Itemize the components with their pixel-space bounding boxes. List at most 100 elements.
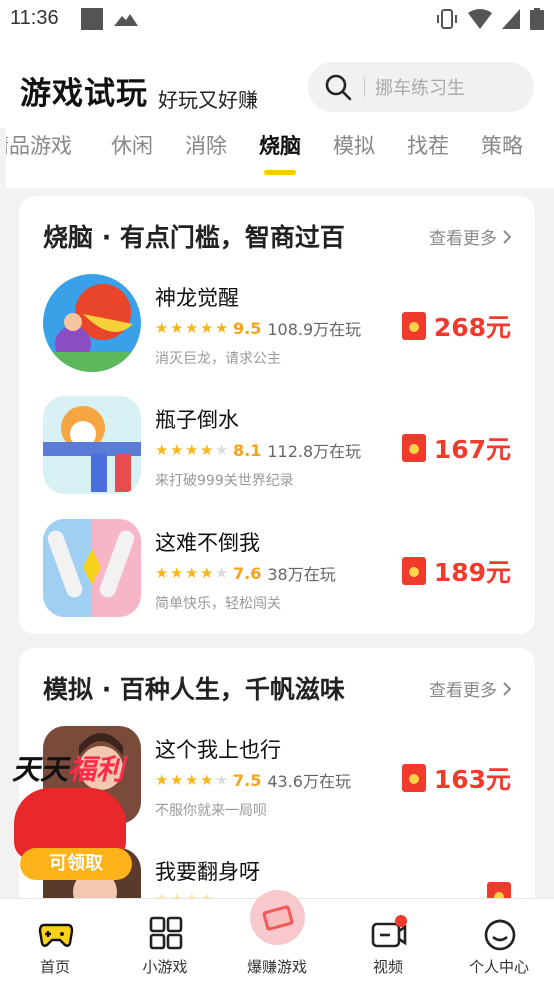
section-title: 烧脑 · 有点门槛，智商过百 (43, 223, 345, 252)
tab-celue[interactable]: 策略 (481, 130, 523, 160)
promo-title-b: 福利 (68, 753, 125, 786)
category-tabs: 精品游戏 休闲 消除 烧脑 模拟 找茬 策略 (0, 128, 554, 188)
chevron-right-icon (503, 681, 511, 696)
reward-amount: 189元 (433, 558, 511, 587)
star-empty-icon: ★ (215, 771, 229, 789)
see-more-label: 查看更多 (429, 681, 497, 701)
section-card-shaonao: 烧脑 · 有点门槛，智商过百 查看更多 神龙觉醒 ★ ★ ★ ★ ★ 9.5 108.9… (19, 196, 535, 634)
search-placeholder[interactable]: 挪车练习生 (375, 74, 465, 100)
game-desc: 简单快乐，轻松闯关 (155, 596, 281, 612)
nav-video[interactable]: 视频 (333, 899, 443, 984)
tab-zhaocha[interactable]: 找茬 (407, 130, 449, 160)
star-icon: ★ (185, 564, 199, 582)
tab-moni[interactable]: 模拟 (333, 130, 375, 160)
nav-label: 视频 (372, 958, 403, 976)
game-thumbnail (43, 274, 141, 372)
game-rating: ★ ★ ★ ★ ★ 7.5 43.6万在玩 (155, 768, 351, 792)
star-icon: ★ (200, 319, 214, 337)
game-players: 112.8万在玩 (267, 442, 362, 461)
tab-xiuxian[interactable]: 休闲 (111, 130, 153, 160)
game-players: 43.6万在玩 (267, 772, 351, 791)
reward-badge[interactable]: 163元 (401, 760, 511, 796)
reward-amount: 268元 (433, 313, 511, 342)
star-icon: ★ (170, 319, 184, 337)
status-icons (436, 8, 544, 30)
game-desc: 不服你就来一局呗 (155, 803, 267, 819)
game-score: 7.6 (233, 563, 262, 583)
star-icon: ★ (155, 319, 169, 337)
star-half-icon: ★ (215, 319, 229, 337)
search-bar[interactable]: 挪车练习生 (308, 62, 534, 112)
star-icon: ★ (170, 771, 184, 789)
active-tab-indicator (264, 170, 296, 175)
game-desc: 来打破999关世界纪录 (155, 473, 294, 489)
page-title: 游戏试玩 (20, 76, 148, 112)
see-more-label: 查看更多 (429, 229, 497, 249)
game-rating: ★ ★ ★ ★ ★ 7.6 38万在玩 (155, 561, 336, 585)
nav-mini-games[interactable]: 小游戏 (110, 899, 220, 984)
tab-jingpin[interactable]: 精品游戏 (0, 130, 72, 160)
star-icon: ★ (185, 319, 199, 337)
smiley-icon (484, 919, 516, 951)
game-item[interactable]: 神龙觉醒 ★ ★ ★ ★ ★ 9.5 108.9万在玩 消灭巨龙，请求公主 268元 (19, 274, 535, 374)
reward-badge[interactable]: 167元 (401, 430, 511, 466)
notification-icon (81, 8, 103, 30)
money-icon[interactable] (250, 890, 305, 945)
cloud-icon (114, 14, 138, 26)
game-item[interactable]: 这难不倒我 ★ ★ ★ ★ ★ 7.6 38万在玩 简单快乐，轻松闯关 189元 (19, 519, 535, 619)
star-half-icon: ★ (200, 564, 214, 582)
star-empty-icon: ★ (215, 441, 229, 459)
promo-title-a: 天天 (12, 753, 69, 786)
see-more-link[interactable]: 查看更多 (429, 224, 511, 249)
game-score: 7.5 (233, 770, 262, 790)
page-subtitle: 好玩又好赚 (158, 88, 258, 112)
section-title: 模拟 · 百种人生，千帆滋味 (43, 675, 345, 704)
reward-badge[interactable]: 189元 (401, 553, 511, 589)
vibrate-icon (437, 9, 457, 29)
claim-button[interactable]: 可领取 (20, 848, 132, 880)
game-item[interactable]: 瓶子倒水 ★ ★ ★ ★ ★ 8.1 112.8万在玩 来打破999关世界纪录 167元 (19, 396, 535, 496)
nav-label: 个人中心 (468, 958, 529, 976)
star-icon: ★ (155, 771, 169, 789)
status-bar: 11:36 (0, 0, 554, 40)
reward-badge[interactable]: 268元 (401, 308, 511, 344)
game-rating: ★ ★ ★ ★ ★ 8.1 112.8万在玩 (155, 438, 361, 462)
red-envelope-icon (401, 312, 426, 340)
red-envelope-icon (401, 764, 426, 792)
nav-label: 爆赚游戏 (246, 958, 307, 976)
nav-label: 小游戏 (142, 958, 188, 976)
game-name: 神龙觉醒 (155, 286, 239, 310)
game-name: 我要翻身呀 (155, 860, 260, 884)
nav-profile[interactable]: 个人中心 (444, 899, 554, 984)
star-icon: ★ (155, 441, 169, 459)
search-divider (364, 77, 365, 97)
game-thumbnail (43, 396, 141, 494)
red-envelope-icon (401, 434, 426, 462)
battery-icon (530, 8, 544, 30)
tabs-edge (0, 128, 6, 188)
game-score: 8.1 (233, 440, 262, 460)
header: 游戏试玩 好玩又好赚 挪车练习生 (0, 40, 554, 130)
star-icon: ★ (155, 564, 169, 582)
chevron-right-icon (503, 229, 511, 244)
status-time: 11:36 (10, 7, 59, 29)
game-desc: 消灭巨龙，请求公主 (155, 351, 281, 367)
grid-icon (149, 916, 183, 950)
game-name: 这个我上也行 (155, 738, 281, 762)
signal-icon (502, 9, 520, 29)
game-players: 108.9万在玩 (267, 320, 362, 339)
welfare-promo[interactable]: 天天福利 可领取 (8, 748, 138, 883)
game-players: 38万在玩 (267, 565, 336, 584)
nav-home[interactable]: 首页 (0, 899, 110, 984)
star-icon: ★ (185, 441, 199, 459)
star-icon: ★ (185, 771, 199, 789)
gamepad-icon (38, 923, 74, 947)
game-name: 瓶子倒水 (155, 408, 239, 432)
see-more-link[interactable]: 查看更多 (429, 676, 511, 701)
video-icon (371, 915, 407, 948)
tab-xiaochu[interactable]: 消除 (185, 130, 227, 160)
game-name: 这难不倒我 (155, 531, 260, 555)
star-icon: ★ (170, 564, 184, 582)
reward-amount: 163元 (433, 765, 511, 794)
tab-shaonao[interactable]: 烧脑 (259, 130, 301, 160)
